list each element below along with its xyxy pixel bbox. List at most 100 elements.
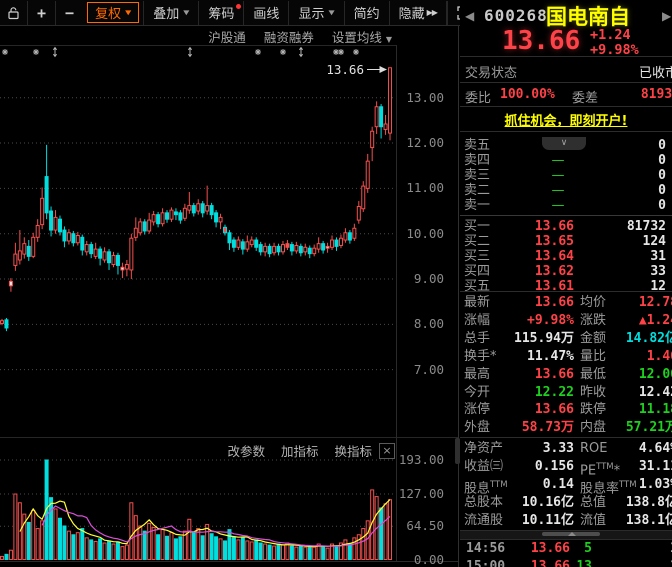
toolbar-button-label: 简约 — [354, 3, 380, 22]
collapse-orderbook-button[interactable]: ∨ — [542, 137, 586, 150]
weibi-value: 100.00% — [500, 87, 555, 102]
prev-stock-arrow-icon[interactable]: ◀ — [465, 9, 474, 23]
toolbar-button-label: 显示 — [298, 3, 324, 22]
empty-price-dash: — — [538, 183, 578, 198]
stat-label: 量比 — [580, 348, 606, 366]
price-axis-label: 11.00 — [406, 180, 444, 195]
fundamentals-row: 总股本10.16亿总值138.8亿 — [460, 494, 672, 512]
toolbar-button-label: 画线 — [253, 3, 279, 22]
indicator-link-加指标[interactable]: 加指标 — [281, 441, 319, 460]
order-level-label: 卖三 — [464, 168, 490, 183]
stat-value: 14.82亿 — [610, 330, 672, 348]
stat-label: 今开 — [464, 384, 490, 402]
stock-code: 600268 — [484, 6, 548, 25]
stat-label: 内盘 — [580, 419, 606, 437]
order-volume: 31 — [590, 249, 666, 264]
order-volume: 0 — [590, 183, 666, 198]
stat-value: 3.33 — [496, 440, 574, 458]
bid-row-买二[interactable]: 买二13.65124 — [460, 234, 672, 249]
price-axis-label: 12.00 — [406, 135, 444, 150]
bid-row-买一[interactable]: 买一13.6681732 — [460, 219, 672, 234]
stat-value: 13.66 — [496, 294, 574, 312]
ask-row-卖四[interactable]: 卖四—0 — [460, 153, 672, 168]
zoom-out-button[interactable]: − — [55, 1, 83, 25]
open-account-banner[interactable]: 抓住机会，即刻开户! — [460, 110, 672, 129]
volume-axis-label: 127.00 — [399, 486, 444, 501]
stat-label: 涨跌 — [580, 312, 606, 330]
fundamentals-row: 收益㈢0.156PETTM*31.11 — [460, 458, 672, 476]
stat-label: 最新 — [464, 294, 490, 312]
zoom-in-button[interactable]: + — [27, 1, 55, 25]
banner-link[interactable]: 抓住机会，即刻开户! — [505, 114, 628, 129]
quote-panel: ◀ ▶ 600268 国电南自 13.66 +1.24 +9.98% 交易状态 … — [460, 0, 672, 567]
last-price-annotation: 13.66 — [326, 62, 364, 77]
order-price: 13.65 — [512, 234, 574, 249]
next-stock-arrow-icon[interactable]: ▶ — [662, 9, 671, 23]
indicator-toolbar: 改参数加指标换指标 — [0, 441, 372, 460]
stat-value: 10.11亿 — [496, 512, 574, 530]
stat-value: +9.98% — [496, 312, 574, 330]
toolbar-button-label: 复权 — [95, 3, 121, 22]
indicator-link-换指标[interactable]: 换指标 — [334, 441, 372, 460]
ask-row-卖二[interactable]: 卖二—0 — [460, 183, 672, 198]
lock-icon[interactable] — [0, 1, 27, 25]
toolbar-button-label: 筹码 — [208, 3, 234, 22]
toolbar-button-叠加[interactable]: 叠加▼ — [143, 1, 198, 25]
indicator-link-改参数[interactable]: 改参数 — [227, 441, 265, 460]
toolbar-button-画线[interactable]: 画线 — [243, 1, 288, 25]
stat-label: 涨停 — [464, 401, 490, 419]
stat-label: 最高 — [464, 366, 490, 384]
stat-label: 金额 — [580, 330, 606, 348]
stat-value: 1.46 — [610, 348, 672, 366]
ask-row-卖三[interactable]: 卖三—0 — [460, 168, 672, 183]
stat-value: 4.64% — [610, 440, 672, 458]
toolbar-button-筹码[interactable]: 筹码 — [198, 1, 243, 25]
toolbar-button-简约[interactable]: 简约 — [344, 1, 389, 25]
fundamentals-row: 股息TTM0.14股息率TTM1.03% — [460, 476, 672, 494]
order-level-label: 买三 — [464, 249, 490, 264]
tick-row: 14:5613.6651 — [460, 540, 672, 557]
divider — [460, 56, 672, 57]
stat-value: 12.42 — [610, 384, 672, 402]
divider — [460, 437, 672, 438]
order-volume: 0 — [590, 138, 666, 153]
chart-toolbar: + − 复权▼叠加▼筹码画线显示▼简约隐藏▶▶ — [0, 0, 460, 26]
stat-value: 138.8亿 — [610, 494, 672, 512]
empty-price-dash: — — [538, 153, 578, 168]
bid-row-买三[interactable]: 买三 13.64 31 — [460, 249, 672, 264]
chevron-down-icon: ▼ — [386, 35, 392, 44]
toolbar-button-复权[interactable]: 复权▼ — [87, 2, 139, 23]
stats-row: 今开12.22昨收12.42 — [460, 384, 672, 402]
order-volume: 0 — [590, 168, 666, 183]
stat-value: 138.1亿 — [610, 512, 672, 530]
toolbar-buttons: 复权▼叠加▼筹码画线显示▼简约隐藏▶▶ — [83, 0, 447, 25]
close-indicator-icon[interactable]: × — [379, 443, 395, 459]
candlestick-and-volume-chart[interactable] — [0, 0, 460, 567]
tick-time: 14:56 — [466, 540, 505, 557]
chart-link-融资融券[interactable]: 融资融券 — [264, 27, 314, 44]
bid-row-买四[interactable]: 买四13.6233 — [460, 264, 672, 279]
tick-count: 1 — [656, 540, 672, 557]
order-volume: 33 — [590, 264, 666, 279]
empty-price-dash: — — [538, 198, 578, 213]
order-level-label: 买四 — [464, 264, 490, 279]
scrollbar-handle[interactable] — [542, 532, 600, 536]
ask-row-卖一[interactable]: 卖一—0 — [460, 198, 672, 213]
price-change: +1.24 +9.98% — [590, 28, 639, 58]
quote-scrollbar[interactable] — [460, 530, 672, 540]
divider — [460, 291, 672, 292]
stat-value: ▲1.24 — [610, 312, 672, 330]
stat-label: 流值 — [580, 512, 606, 530]
fundamentals-row: 净资产3.33ROE4.64% — [460, 440, 672, 458]
stat-value: 0.156 — [496, 458, 574, 476]
stat-value: 12.06 — [610, 366, 672, 384]
order-volume: 81732 — [590, 219, 666, 234]
toolbar-button-显示[interactable]: 显示▼ — [288, 1, 343, 25]
scroll-up-arrow-icon — [568, 532, 576, 536]
chart-link-设置均线[interactable]: 设置均线▼ — [332, 27, 392, 44]
chart-link-沪股通[interactable]: 沪股通 — [208, 27, 246, 44]
order-price: 13.64 — [512, 249, 574, 264]
chart-links-row: 沪股通 融资融券 设置均线▼ — [0, 27, 392, 44]
order-level-label: 买一 — [464, 219, 490, 234]
weicha-value: 81932 — [641, 87, 672, 102]
